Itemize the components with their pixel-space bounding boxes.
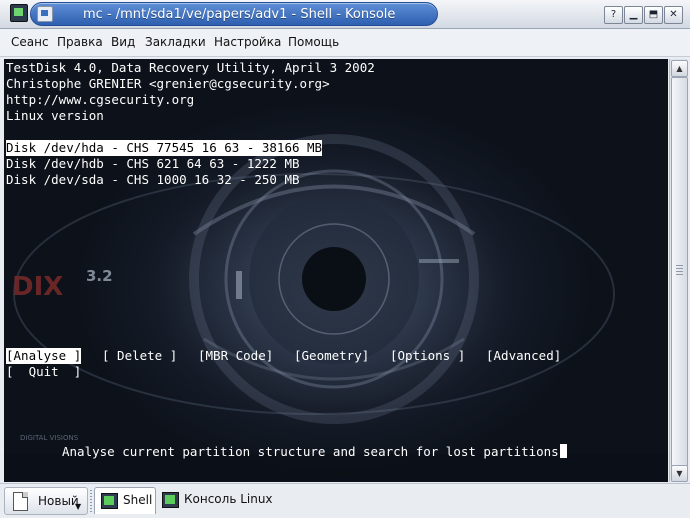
tab-konsole-linux[interactable]: Консоль Linux [156, 487, 276, 513]
terminal-area[interactable]: DIX 3.2 DIGITAL VISIONS TestDisk 4.0, Da… [4, 59, 668, 482]
header-line: Linux version [6, 108, 104, 123]
window-title: mc - /mnt/sda1/ve/papers/adv1 - Shell - … [83, 7, 396, 22]
help-text-line: Analyse current partition structure and … [62, 444, 567, 460]
action-options[interactable]: [Options ] [390, 348, 465, 364]
tabbar-separator [90, 490, 92, 512]
header-line: TestDisk 4.0, Data Recovery Utility, Apr… [6, 60, 375, 75]
new-session-button[interactable]: Новый ▼ [4, 487, 88, 515]
close-button[interactable]: ✕ [664, 6, 683, 24]
menu-bar: Сеанс Правка Вид Закладки Настройка Помо… [0, 29, 690, 57]
menu-help[interactable]: Помощь [288, 35, 339, 49]
menu-settings[interactable]: Настройка [214, 35, 281, 49]
scroll-down-button[interactable]: ▼ [671, 465, 688, 482]
wallpaper-version: 3.2 [86, 267, 113, 285]
scroll-grip-icon [676, 265, 683, 277]
session-tab-bar: Новый ▼ Shell Консоль Linux [0, 483, 690, 518]
menu-edit[interactable]: Правка [57, 35, 103, 49]
window-menu-icon[interactable] [37, 6, 53, 22]
scroll-thumb[interactable] [671, 77, 688, 467]
header-line: Christophe GRENIER <grenier@cgsecurity.o… [6, 76, 330, 91]
disk-item-sda[interactable]: Disk /dev/sda - CHS 1000 16 32 - 250 MB [6, 172, 300, 188]
tab-konsole-linux-label: Консоль Linux [184, 492, 273, 506]
disk-item-hda[interactable]: Disk /dev/hda - CHS 77545 16 63 - 38166 … [6, 140, 323, 156]
help-text: Analyse current partition structure and … [62, 444, 559, 459]
text-cursor [559, 444, 567, 458]
title-pill: mc - /mnt/sda1/ve/papers/adv1 - Shell - … [30, 2, 438, 26]
menu-bookmarks[interactable]: Закладки [145, 35, 206, 49]
action-geometry[interactable]: [Geometry] [294, 348, 369, 364]
konsole-icon [162, 492, 179, 508]
menu-session[interactable]: Сеанс [11, 35, 49, 49]
menu-view[interactable]: Вид [111, 35, 135, 49]
action-analyse[interactable]: [Analyse ] [6, 348, 82, 364]
new-session-label: Новый [38, 494, 79, 508]
wallpaper-credit: DIGITAL VISIONS [20, 434, 79, 442]
disk-item-hdb[interactable]: Disk /dev/hdb - CHS 621 64 63 - 1222 MB [6, 156, 300, 172]
maximize-button[interactable]: ⬒ [644, 6, 663, 24]
action-delete[interactable]: [ Delete ] [102, 348, 177, 364]
window-titlebar[interactable]: mc - /mnt/sda1/ve/papers/adv1 - Shell - … [0, 0, 690, 29]
action-mbr-code[interactable]: [MBR Code] [198, 348, 273, 364]
wallpaper-logo: DIX [12, 272, 63, 302]
help-button[interactable]: ? [604, 6, 623, 24]
new-document-icon [13, 492, 28, 511]
tab-shell-label: Shell [123, 493, 153, 507]
konsole-app-icon[interactable] [10, 4, 28, 22]
action-quit[interactable]: [ Quit ] [6, 364, 81, 380]
terminal-scrollbar[interactable]: ▲ ▼ [669, 59, 688, 482]
dropdown-arrow-icon[interactable]: ▼ [75, 502, 81, 511]
scroll-up-button[interactable]: ▲ [671, 60, 688, 77]
header-line: http://www.cgsecurity.org [6, 92, 195, 107]
konsole-icon [101, 493, 118, 509]
minimize-button[interactable]: ▁ [624, 6, 643, 24]
tab-shell[interactable]: Shell [94, 487, 156, 514]
action-advanced[interactable]: [Advanced] [486, 348, 561, 364]
